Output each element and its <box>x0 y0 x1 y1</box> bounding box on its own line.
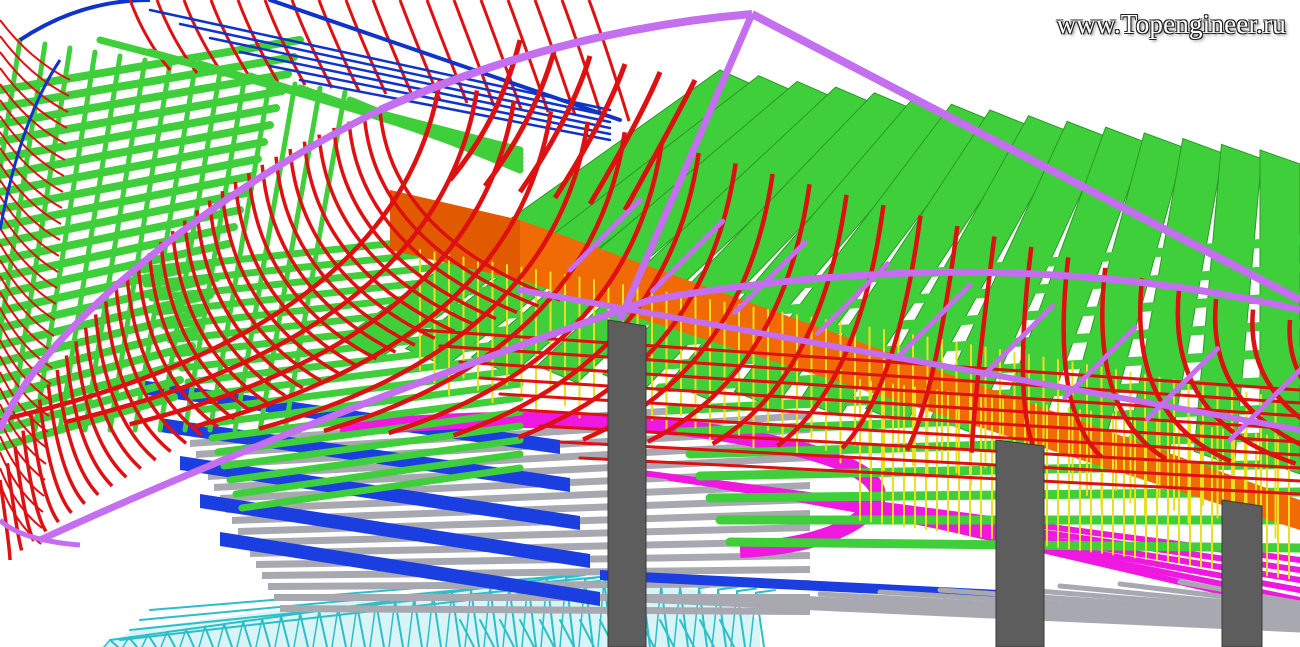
left-blue-edge <box>18 0 151 42</box>
truss-chord <box>736 587 757 593</box>
truss-chord <box>717 586 738 591</box>
grey-column <box>995 439 1045 647</box>
grey-column <box>1221 499 1263 647</box>
watermark-text: www.Topengineer.ru <box>1056 9 1286 39</box>
truss-chord <box>755 589 776 594</box>
structural-3d-model <box>0 0 1300 647</box>
grey-column <box>607 319 647 647</box>
